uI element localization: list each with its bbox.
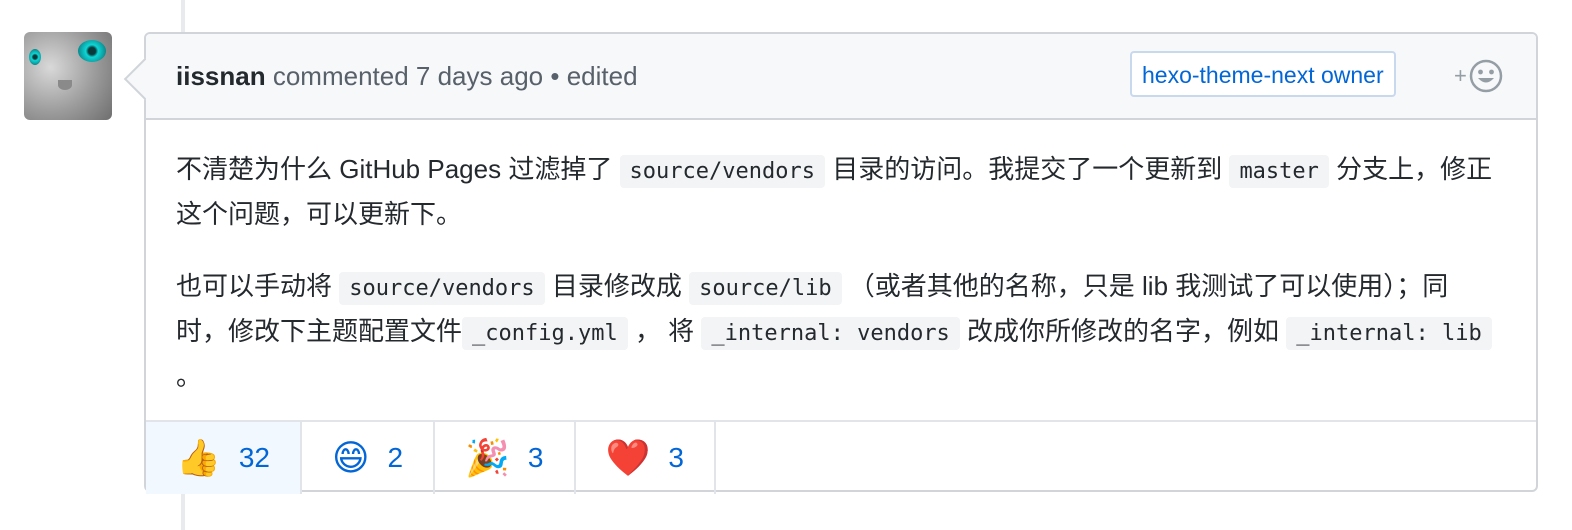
reaction-heart[interactable]: ❤️ 3 [576,422,716,494]
reaction-laugh[interactable]: 😄 2 [302,422,436,494]
inline-code: _internal: lib [1286,317,1492,350]
text: 不清楚为什么 GitHub Pages 过滤掉了 [176,154,620,184]
meta-separator: • [550,61,560,91]
inline-code: master [1229,155,1329,188]
hooray-icon: 🎉 [465,437,510,478]
edited-link[interactable]: edited [567,61,638,91]
comment-action: commented [272,61,409,91]
add-reaction-button[interactable]: + [1454,58,1514,94]
comment-header: iissnan commented 7 days ago • edited he… [146,34,1536,120]
comment-time[interactable]: 7 days ago [416,61,543,91]
thumbs-up-icon: 👍 [176,437,221,478]
paragraph-2: 也可以手动将 source/vendors 目录修改成 source/lib （… [176,265,1496,397]
author-link[interactable]: iissnan [176,61,266,91]
avatar-eye-left [29,49,41,65]
plus-icon: + [1454,63,1467,88]
reaction-count: 2 [387,442,404,473]
text: 改成你所修改的名字，例如 [959,316,1287,346]
inline-code: source/vendors [339,272,545,305]
text: ， 将 [627,316,702,346]
inline-code: source/lib [689,272,842,305]
heart-icon: ❤️ [605,437,651,478]
reactions-bar: 👍 32 😄 2 🎉 3 ❤️ 3 [146,420,1536,494]
owner-badge: hexo-theme-next owner [1130,51,1396,97]
reaction-thumbs-up[interactable]: 👍 32 [146,422,302,494]
inline-code: _internal: vendors [701,317,960,350]
paragraph-1: 不清楚为什么 GitHub Pages 过滤掉了 source/vendors … [176,148,1496,235]
avatar[interactable] [24,32,112,120]
text: 目录的访问。我提交了一个更新到 [824,154,1230,184]
text: 目录修改成 [544,271,690,301]
reaction-count: 32 [238,442,270,473]
smiley-icon [1469,59,1503,93]
comment-meta: iissnan commented 7 days ago • edited [176,34,638,118]
inline-code: _config.yml [462,317,628,350]
comment-box: iissnan commented 7 days ago • edited he… [123,32,1538,494]
avatar-nose [58,80,72,90]
text: 。 [176,361,203,391]
avatar-eye-right [78,40,106,62]
laugh-icon: 😄 [331,437,370,478]
reaction-count: 3 [527,442,544,473]
comment-body: 不清楚为什么 GitHub Pages 过滤掉了 source/vendors … [176,148,1496,427]
text: 也可以手动将 [176,271,340,301]
reaction-count: 3 [668,442,684,473]
inline-code: source/vendors [619,155,825,188]
reaction-hooray[interactable]: 🎉 3 [435,422,576,494]
